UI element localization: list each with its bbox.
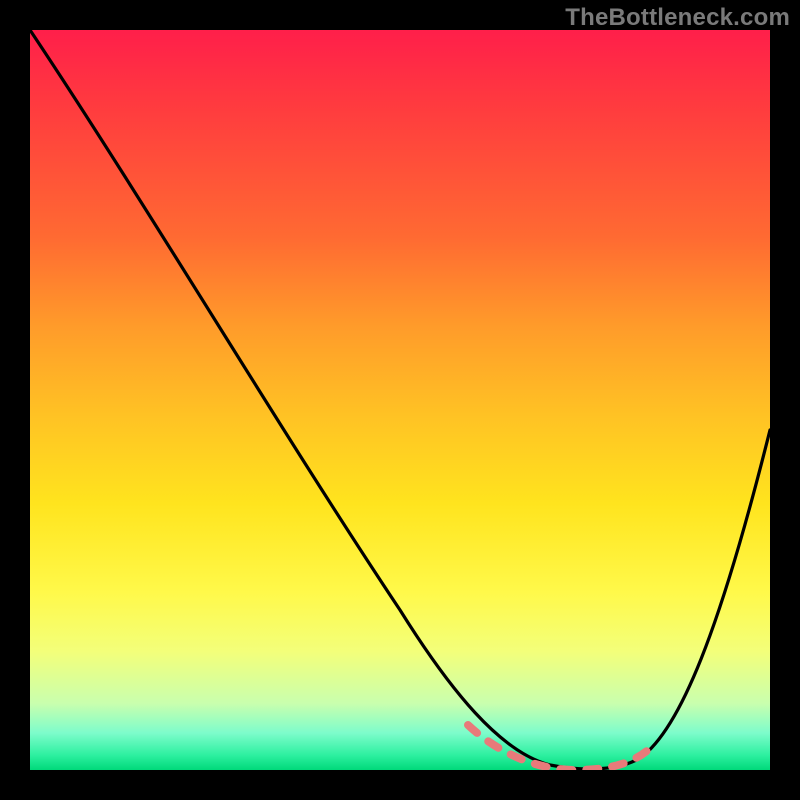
curve-layer [30,30,770,770]
attribution-label: TheBottleneck.com [565,4,790,32]
chart-container: TheBottleneck.com [0,0,800,800]
plot-area [30,30,770,770]
bottleneck-curve [30,30,770,769]
